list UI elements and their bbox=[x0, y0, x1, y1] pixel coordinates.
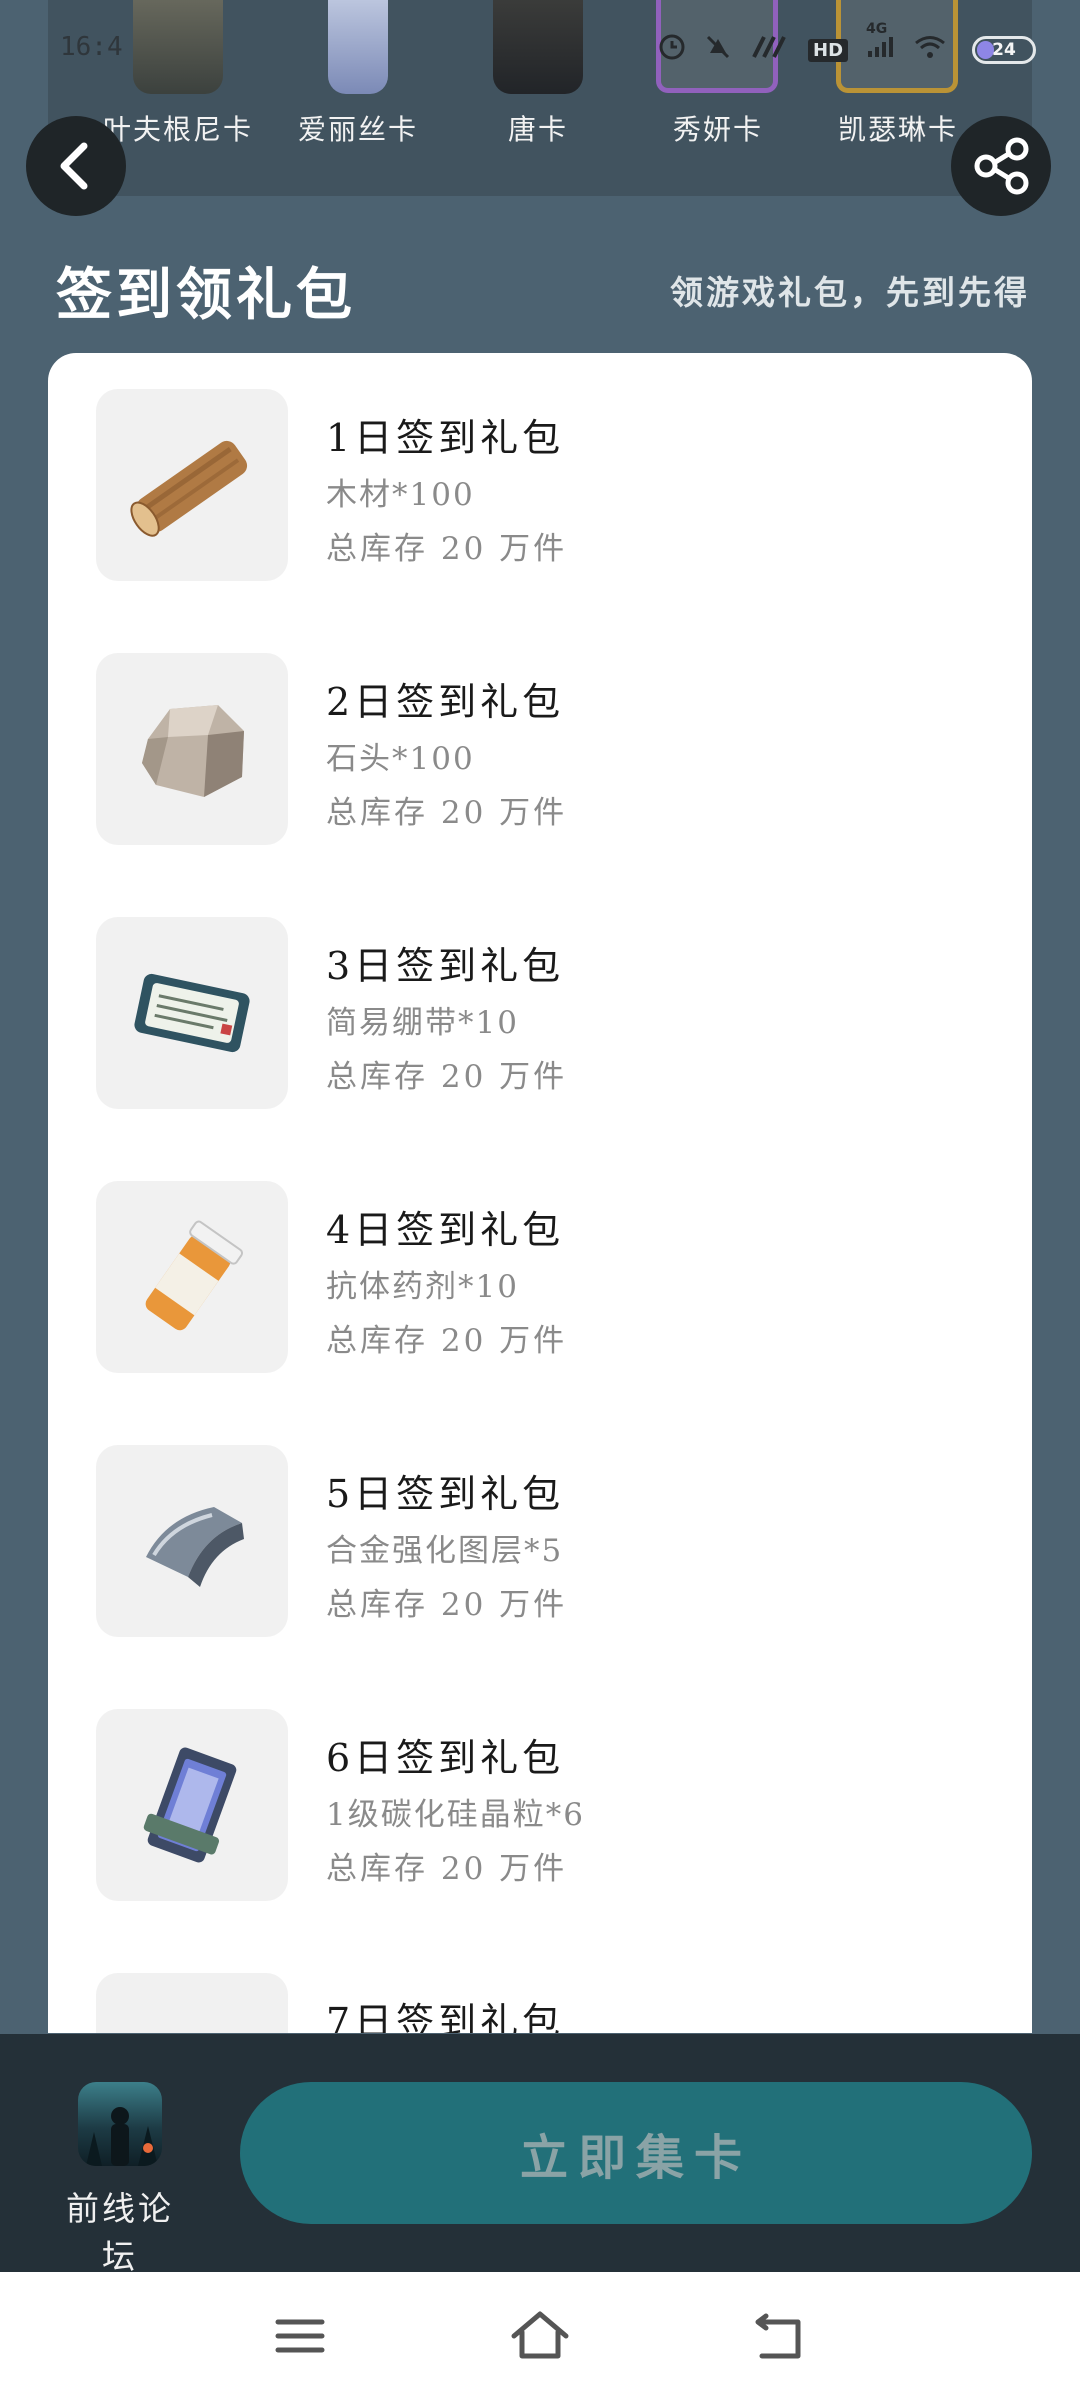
system-back-button[interactable] bbox=[750, 2306, 810, 2366]
character-card-selected[interactable]: 秀妍卡 bbox=[638, 0, 798, 150]
gift-stock: 总库存 20 万件 bbox=[326, 1851, 568, 1887]
forest-figure-icon bbox=[86, 2107, 158, 2166]
gift-thumbnail bbox=[96, 1181, 288, 1373]
wifi-icon bbox=[914, 34, 946, 66]
character-card-label: 唐卡 bbox=[507, 113, 568, 146]
gift-title: 6日签到礼包 bbox=[326, 1736, 565, 1780]
back-arrow-icon bbox=[755, 2313, 801, 2359]
character-portrait bbox=[328, 0, 388, 94]
gift-title: 3日签到礼包 bbox=[326, 944, 565, 988]
gift-stock: 总库存 20 万件 bbox=[326, 531, 568, 567]
share-button[interactable] bbox=[951, 116, 1051, 216]
gift-content: 抗体药剂*10 bbox=[326, 1269, 519, 1305]
gift-item[interactable]: 2日签到礼包 石头*100 总库存 20 万件 bbox=[96, 653, 976, 845]
home-button[interactable] bbox=[510, 2306, 570, 2366]
gift-thumbnail bbox=[96, 1709, 288, 1901]
bottom-action-bar: 前线论坛 立即集卡 bbox=[0, 2034, 1080, 2276]
home-icon bbox=[511, 2311, 569, 2359]
character-card[interactable]: 唐卡 bbox=[458, 0, 618, 150]
hd-badge: HD bbox=[808, 38, 849, 62]
collect-cards-button[interactable]: 立即集卡 bbox=[240, 2082, 1032, 2224]
gift-title: 7日签到礼包 bbox=[326, 2000, 565, 2033]
cellular-signal-icon: 4G bbox=[866, 21, 896, 65]
status-icons: HD 4G 24 bbox=[658, 21, 1037, 68]
gift-content: 石头*100 bbox=[326, 741, 475, 777]
wood-log-icon bbox=[130, 440, 248, 537]
gift-thumbnail bbox=[96, 653, 288, 845]
character-card-label: 爱丽丝卡 bbox=[297, 113, 418, 146]
gift-stock: 总库存 20 万件 bbox=[326, 1587, 568, 1623]
mute-icon bbox=[704, 33, 732, 67]
network-type: 4G bbox=[866, 21, 888, 37]
bandage-icon bbox=[134, 973, 250, 1053]
battery-indicator: 24 bbox=[972, 36, 1037, 64]
app-icon[interactable] bbox=[78, 2082, 162, 2166]
silicon-crystal-icon bbox=[143, 1747, 237, 1863]
menu-icon bbox=[275, 2319, 325, 2353]
section-title: 签到领礼包 bbox=[56, 262, 356, 328]
character-card[interactable]: 爱丽丝卡 bbox=[278, 0, 438, 150]
character-card-label: 秀妍卡 bbox=[672, 113, 763, 146]
gift-item[interactable]: 3日签到礼包 简易绷带*10 总库存 20 万件 bbox=[96, 917, 976, 1109]
gift-content: 简易绷带*10 bbox=[326, 1005, 519, 1041]
stone-icon bbox=[142, 705, 244, 797]
section-subtitle: 领游戏礼包，先到先得 bbox=[670, 273, 1030, 312]
gift-item[interactable]: 1日签到礼包 木材*100 总库存 20 万件 bbox=[96, 389, 976, 581]
gift-list: 1日签到礼包 木材*100 总库存 20 万件 2日签到礼包 石头*100 总库… bbox=[48, 353, 1032, 2033]
gift-thumbnail bbox=[96, 1973, 288, 2033]
gift-thumbnail bbox=[96, 917, 288, 1109]
gift-item[interactable]: 7日签到礼包 bbox=[96, 1973, 976, 2033]
character-portrait bbox=[493, 0, 583, 94]
system-nav-bar bbox=[0, 2272, 1080, 2400]
gift-title: 4日签到礼包 bbox=[326, 1208, 565, 1252]
recent-apps-button[interactable] bbox=[270, 2306, 330, 2366]
gift-title: 5日签到礼包 bbox=[326, 1472, 565, 1516]
back-button[interactable] bbox=[26, 116, 126, 216]
character-portrait bbox=[133, 0, 223, 94]
gift-thumbnail bbox=[96, 389, 288, 581]
gift-content: 木材*100 bbox=[326, 477, 475, 513]
gift-title: 1日签到礼包 bbox=[326, 416, 565, 460]
battery-level: 24 bbox=[992, 40, 1016, 60]
gift-item[interactable]: 5日签到礼包 合金强化图层*5 总库存 20 万件 bbox=[96, 1445, 976, 1637]
medicine-bottle-icon bbox=[145, 1220, 244, 1331]
gift-stock: 总库存 20 万件 bbox=[326, 1059, 568, 1095]
share-icon bbox=[974, 137, 1029, 195]
gift-stock: 总库存 20 万件 bbox=[326, 1323, 568, 1359]
gift-content: 1级碳化硅晶粒*6 bbox=[326, 1797, 585, 1833]
gift-thumbnail bbox=[96, 1445, 288, 1637]
app-name[interactable]: 前线论坛 bbox=[50, 2182, 190, 2278]
alarm-icon bbox=[658, 33, 686, 67]
speed-icon bbox=[750, 35, 790, 65]
gift-item[interactable]: 6日签到礼包 1级碳化硅晶粒*6 总库存 20 万件 bbox=[96, 1709, 976, 1901]
gift-stock: 总库存 20 万件 bbox=[326, 795, 568, 831]
status-time: 16:4 bbox=[60, 32, 123, 62]
gift-item[interactable]: 4日签到礼包 抗体药剂*10 总库存 20 万件 bbox=[96, 1181, 976, 1373]
gift-content: 合金强化图层*5 bbox=[326, 1533, 564, 1569]
gift-title: 2日签到礼包 bbox=[326, 680, 565, 724]
chevron-left-icon bbox=[60, 142, 88, 190]
alloy-plate-icon bbox=[146, 1507, 244, 1587]
